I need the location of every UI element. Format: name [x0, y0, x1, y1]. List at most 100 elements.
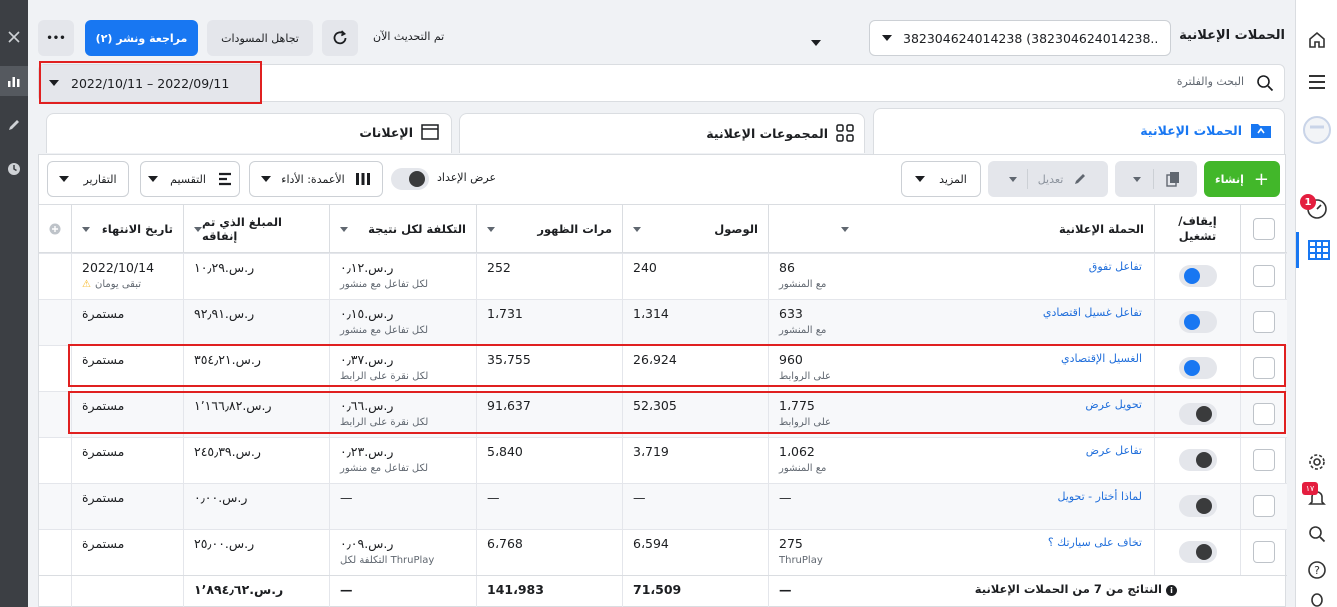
column-impressions[interactable]: مرات الظهور	[476, 205, 622, 253]
columns-dropdown[interactable]: الأعمدة: الأداء	[249, 161, 383, 197]
toggle-knob	[1184, 360, 1200, 376]
column-cost-per-result[interactable]: التكلفة لكل نتيجة	[329, 205, 476, 253]
cell-results-value: 960	[779, 352, 803, 367]
row-checkbox[interactable]	[1253, 357, 1275, 379]
info-icon[interactable]: i	[1166, 585, 1177, 596]
campaign-name-link[interactable]: تخاف على سيارتك ؟	[924, 536, 1142, 549]
table-row[interactable]: مستمرة ر.س.١٬١٦٦٫٨٢ ر.س.٠٫٦٦ لكل نقرة على ا…	[39, 391, 1287, 438]
cell-cost: ر.س.٠٫٢٣ لكل تفاعل مع منشور	[329, 438, 476, 484]
performance-gauge-icon[interactable]: 1	[1296, 190, 1337, 226]
campaign-name-link[interactable]: تفاعل عرض	[924, 444, 1142, 457]
cell-campaign-name[interactable]: تحويل عرض	[914, 392, 1154, 438]
pencil-icon[interactable]	[0, 110, 28, 140]
row-checkbox[interactable]	[1253, 449, 1275, 471]
breakdown-dropdown[interactable]: التقسيم	[140, 161, 240, 197]
cell-campaign-name[interactable]: لماذا أختار - تحويل	[914, 484, 1154, 530]
row-checkbox[interactable]	[1253, 403, 1275, 425]
table-row[interactable]: مستمرة ر.س.٢٥٫٠٠ ر.س.٠٫٠٩ التكلفة لكل ThruP…	[39, 529, 1287, 576]
date-range-picker[interactable]: 2022/10/11 – 2022/09/11	[39, 65, 261, 101]
chevron-down-icon	[1132, 176, 1141, 182]
cell-campaign-name[interactable]: تفاعل عرض	[914, 438, 1154, 484]
campaign-toggle[interactable]	[1179, 357, 1217, 379]
cell-results-value: 86	[779, 260, 795, 275]
menu-icon[interactable]	[1296, 64, 1337, 100]
create-button[interactable]: إنشاء +	[1204, 161, 1280, 197]
table-row[interactable]: 2022/10/14 ⚠ تبقى يومان ر.س.١٠٫٢٩ ر.س.٠٫١٢ لك…	[39, 253, 1287, 300]
duplicate-button[interactable]	[1115, 161, 1197, 197]
table-row[interactable]: مستمرة ر.س.٩٢٫٩١ ر.س.٠٫١٥ لكل تفاعل مع منشو…	[39, 299, 1287, 346]
cell-campaign-name[interactable]: تفاعل غسيل اقتصادي	[914, 300, 1154, 346]
cell-impressions: 252	[476, 254, 622, 300]
refresh-button[interactable]	[322, 20, 358, 56]
campaign-toggle[interactable]	[1179, 449, 1217, 471]
search-icon[interactable]	[1296, 516, 1337, 552]
chart-icon[interactable]	[0, 66, 28, 96]
edit-button[interactable]: تعديل	[988, 161, 1108, 197]
add-column-icon[interactable]	[39, 205, 71, 253]
table-row[interactable]: مستمرة ر.س.٠٫٠٠ — — — — لماذا أختار - تحويل	[39, 483, 1287, 530]
cell-impressions-value: 91،637	[487, 398, 531, 413]
tab-ads[interactable]: الإعلانات	[46, 113, 452, 153]
campaign-toggle[interactable]	[1179, 403, 1217, 425]
row-checkbox[interactable]	[1253, 495, 1275, 517]
row-spacer	[39, 346, 71, 392]
totals-row: ر.س.١٬٨٩٤٫٦٢—141،983 71،509— النتائج من 7 …	[39, 575, 1287, 607]
discard-drafts-button[interactable]: تجاهل المسودات	[207, 20, 313, 56]
tab-campaigns[interactable]: الحملات الإعلانية	[873, 108, 1285, 154]
home-icon[interactable]	[1296, 22, 1337, 58]
account-avatar-icon[interactable]	[1296, 112, 1337, 148]
toggle-knob	[1196, 544, 1212, 560]
cell-campaign-name[interactable]: تفاعل تفوق	[914, 254, 1154, 300]
more-dropdown[interactable]: المزيد	[901, 161, 981, 197]
campaign-name-link[interactable]: تحويل عرض	[924, 398, 1142, 411]
table-row[interactable]: مستمرة ر.س.٣٥٤٫٢١ ر.س.٠٫٣٧ لكل نقرة على الر…	[39, 345, 1287, 392]
close-icon[interactable]	[0, 22, 28, 52]
row-checkbox[interactable]	[1253, 311, 1275, 333]
select-all-checkbox[interactable]	[1240, 205, 1287, 253]
cell-results: 1،062 مع المنشور	[768, 438, 914, 484]
column-end-date[interactable]: تاريخ الانتهاء	[71, 205, 183, 253]
column-campaign-name[interactable]: الحملة الإعلانية	[768, 205, 1154, 253]
row-checkbox[interactable]	[1253, 541, 1275, 563]
cell-campaign-name[interactable]: تخاف على سيارتك ؟	[914, 530, 1154, 576]
search-icon	[1256, 74, 1274, 92]
campaign-name-link[interactable]: تفاعل تفوق	[924, 260, 1142, 273]
column-amount-spent[interactable]: المبلغ الذي تم إنفاقه	[183, 205, 329, 253]
campaign-name-link[interactable]: تفاعل غسيل اقتصادي	[924, 306, 1142, 319]
campaign-name-link[interactable]: الغسيل الإقتصادي	[924, 352, 1142, 365]
campaign-toggle[interactable]	[1179, 541, 1217, 563]
column-reach[interactable]: الوصول	[622, 205, 768, 253]
view-setup-toggle[interactable]	[391, 168, 429, 190]
toggle-knob	[1196, 498, 1212, 514]
total-spent: ر.س.١٬٨٩٤٫٦٢	[183, 576, 329, 607]
top-header: ••• مراجعة ونشر (٢) تجاهل المسودات تم ال…	[28, 0, 1295, 62]
cell-end-value: مستمرة	[82, 306, 125, 321]
cell-checkbox	[1240, 530, 1287, 576]
cell-campaign-name[interactable]: الغسيل الإقتصادي	[914, 346, 1154, 392]
help-icon[interactable]: ?	[1296, 552, 1337, 588]
tab-ad-sets[interactable]: المجموعات الإعلانية	[459, 113, 865, 153]
cell-checkbox	[1240, 300, 1287, 346]
campaign-toggle[interactable]	[1179, 265, 1217, 287]
campaigns-grid-icon[interactable]	[1296, 232, 1337, 268]
search-input[interactable]: البحث والفلترة	[1177, 75, 1244, 88]
chevron-down-icon	[148, 176, 159, 182]
search-filter-bar[interactable]: البحث والفلترة 2022/10/11 – 2022/09/11	[38, 64, 1285, 102]
table-row[interactable]: مستمرة ر.س.٢٤٥٫٣٩ ر.س.٠٫٢٣ لكل تفاعل مع منش…	[39, 437, 1287, 484]
cell-results-caption: مع المنشور	[779, 279, 827, 290]
cell-spent: ر.س.٩٢٫٩١	[183, 300, 329, 346]
bug-icon[interactable]	[1296, 588, 1337, 607]
settings-gear-icon[interactable]	[1296, 444, 1337, 480]
review-publish-button[interactable]: مراجعة ونشر (٢)	[85, 20, 198, 56]
svg-text:?: ?	[1314, 564, 1320, 577]
row-checkbox[interactable]	[1253, 265, 1275, 287]
campaign-name-link[interactable]: لماذا أختار - تحويل	[924, 490, 1142, 503]
campaign-toggle[interactable]	[1179, 495, 1217, 517]
bell-icon[interactable]: ١٧	[1296, 480, 1337, 516]
clock-icon[interactable]	[0, 154, 28, 184]
account-selector[interactable]: 382304624014238 (382304624014238...	[869, 20, 1171, 56]
reports-dropdown[interactable]: التقارير	[47, 161, 129, 197]
more-options-button[interactable]: •••	[38, 20, 74, 56]
campaign-toggle[interactable]	[1179, 311, 1217, 333]
header-dropdown-caret[interactable]	[811, 35, 821, 49]
